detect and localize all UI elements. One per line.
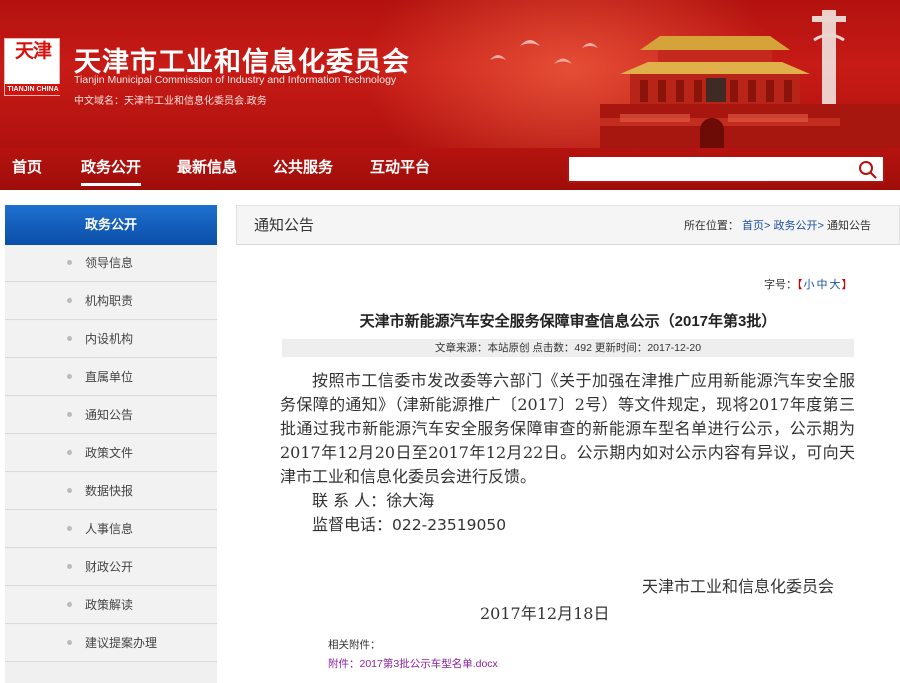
section-title: 通知公告 (254, 217, 315, 234)
sidebar-item-label: 建议提案办理 (85, 636, 158, 650)
font-size-medium-link[interactable]: 中 (817, 279, 828, 291)
search-icon[interactable] (857, 159, 879, 179)
bullet-dot-icon (67, 526, 72, 531)
nav-item-public-services[interactable]: 公共服务 (273, 148, 333, 190)
header-banner: 天津 TIANJIN CHINA 天津市工业和信息化委员会 Tianjin Mu… (0, 0, 900, 148)
sidebar-item-label: 政策文件 (85, 446, 134, 460)
site-logo[interactable]: 天津 TIANJIN CHINA (4, 38, 61, 96)
breadcrumb-prefix: 所在位置： (683, 220, 739, 232)
nav-item-latest-news[interactable]: 最新信息 (177, 148, 237, 190)
sidebar-item-label: 财政公开 (85, 560, 134, 574)
nav-item-gov-affairs[interactable]: 政务公开 (81, 148, 142, 190)
breadcrumb-current: 通知公告 (827, 220, 871, 232)
article-body: 按照市工信委市发改委等六部门《关于加强在津推广应用新能源汽车安全服务保障的通知》… (280, 369, 855, 537)
bullet-dot-icon (67, 374, 72, 379)
sidebar-item-leaders[interactable]: 领导信息 (5, 245, 217, 282)
section-header: 通知公告 所在位置： 首页> 政务公开> 通知公告 (236, 205, 900, 245)
sidebar-item-label: 机构职责 (85, 294, 134, 308)
breadcrumb-section-link[interactable]: 政务公开> (774, 220, 824, 232)
font-size-large-link[interactable]: 大 (830, 279, 841, 291)
bullet-dot-icon (67, 412, 72, 417)
bullet-dot-icon (67, 564, 72, 569)
sidebar-item-subordinate-units[interactable]: 直属单位 (5, 359, 217, 396)
sidebar-item-proposals[interactable]: 建议提案办理 (5, 625, 217, 662)
phone-label: 监督电话： (312, 515, 393, 534)
site-subtitle: Tianjin Municipal Commission of Industry… (74, 74, 397, 86)
bullet-dot-icon (67, 336, 72, 341)
sidebar-item-policy-interpretation[interactable]: 政策解读 (5, 587, 217, 624)
font-size-small-link[interactable]: 小 (804, 279, 815, 291)
article-title: 天津市新能源汽车安全服务保障审查信息公示（2017年第3批） (359, 313, 777, 330)
sidebar-item-finance[interactable]: 财政公开 (5, 549, 217, 586)
nav-item-home[interactable]: 首页 (12, 148, 42, 190)
sidebar-item-label: 内设机构 (85, 332, 134, 346)
sidebar-item-departments[interactable]: 内设机构 (5, 321, 217, 358)
contact-label: 联 系 人： (312, 491, 387, 510)
search-box (567, 155, 885, 183)
bullet-dot-icon (67, 450, 72, 455)
bullet-dot-icon (67, 602, 72, 607)
search-input[interactable] (573, 159, 849, 179)
sidebar-heading: 政务公开 (5, 205, 217, 245)
contact-name: 徐大海 (386, 491, 435, 510)
attachments-label: 相关附件： (328, 639, 381, 651)
sidebar-item-label: 领导信息 (85, 256, 134, 270)
contact-line: 联 系 人：徐大海 (280, 489, 855, 513)
logo-glyph: 天津 (14, 40, 52, 62)
sidebar-item-label: 政策解读 (85, 598, 134, 612)
sidebar-item-personnel[interactable]: 人事信息 (5, 511, 217, 548)
sidebar-item-notices[interactable]: 通知公告 (5, 397, 217, 434)
phone-line: 监督电话：022-23519050 (280, 513, 855, 537)
sidebar-item-label: 数据快报 (85, 484, 134, 498)
signature-date: 2017年12月18日 (480, 604, 610, 623)
domain-line: 中文域名：天津市工业和信息化委员会.政务 (74, 96, 267, 107)
breadcrumb: 所在位置： 首页> 政务公开> 通知公告 (684, 206, 871, 246)
bullet-dot-icon (67, 488, 72, 493)
font-size-switcher: 字号：【小中大】 (764, 276, 853, 292)
sidebar-item-data-reports[interactable]: 数据快报 (5, 473, 217, 510)
phone-number: 022-23519050 (392, 516, 507, 534)
logo-tag: TIANJIN CHINA (5, 84, 61, 95)
font-size-label: 字号： (764, 279, 797, 291)
doves-icon (490, 40, 598, 64)
signature-organization: 天津市工业和信息化委员会 (642, 577, 835, 596)
font-size-bracket-open: 【 (797, 279, 803, 291)
tiananmen-gate-icon (600, 10, 900, 148)
breadcrumb-home-link[interactable]: 首页> (742, 220, 770, 232)
sidebar-item-label: 直属单位 (85, 370, 134, 384)
nav-item-interaction[interactable]: 互动平台 (370, 148, 430, 190)
main-panel: 通知公告 所在位置： 首页> 政务公开> 通知公告 字号：【小中大】 天津市新能… (236, 205, 900, 683)
sidebar-item-duties[interactable]: 机构职责 (5, 283, 217, 320)
bullet-dot-icon (67, 298, 72, 303)
bullet-dot-icon (67, 260, 72, 265)
sidebar-item-label: 通知公告 (85, 408, 134, 422)
bullet-dot-icon (67, 640, 72, 645)
article-paragraph: 按照市工信委市发改委等六部门《关于加强在津推广应用新能源汽车安全服务保障的通知》… (280, 371, 855, 486)
sidebar: 政务公开 领导信息 机构职责 内设机构 直属单位 通知公告 政策文件 数据快报 … (5, 205, 217, 683)
sidebar-item-policy-docs[interactable]: 政策文件 (5, 435, 217, 472)
sidebar-item-label: 人事信息 (85, 522, 134, 536)
font-size-bracket-close: 】 (841, 279, 853, 291)
attachment-link[interactable]: 附件：2017第3批公示车型名单.docx (328, 656, 498, 671)
article-meta: 文章来源：本站原创 点击数：492 更新时间：2017-12-20 (282, 339, 854, 357)
